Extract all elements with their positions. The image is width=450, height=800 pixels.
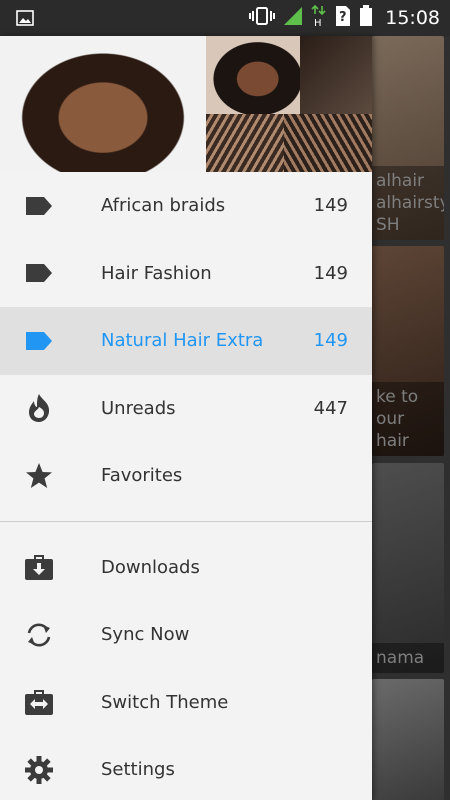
menu-item-label: Unreads [101, 397, 176, 419]
feed-card[interactable]: ke to our hair [372, 246, 444, 456]
menu-item-label: African braids [101, 195, 226, 217]
navigation-drawer: African braids 149 Hair Fashion 149 Natu… [0, 36, 372, 800]
menu-item-sync-now[interactable]: Sync Now [0, 601, 372, 669]
signal-icon [283, 6, 303, 30]
menu-item-settings[interactable]: Settings [0, 736, 372, 800]
feed-card[interactable] [372, 679, 444, 800]
menu-item-favorites[interactable]: Favorites [0, 442, 372, 510]
vibrate-icon [249, 6, 276, 30]
label-icon [24, 258, 54, 288]
header-photo-3 [300, 36, 372, 114]
status-bar: H ? 15:08 [0, 0, 450, 36]
sync-icon [24, 620, 54, 650]
image-icon [16, 10, 34, 30]
menu-item-label: Switch Theme [101, 691, 229, 713]
menu-item-downloads[interactable]: Downloads [0, 534, 372, 602]
gear-icon [24, 755, 54, 785]
menu-item-label: Sync Now [101, 624, 190, 646]
drawer-header-image [0, 36, 372, 172]
background-feed: alhair alhairsty SH ke to our hair nama [370, 36, 450, 800]
header-photo-5 [284, 114, 372, 172]
menu-item-count: 149 [313, 195, 348, 217]
menu-item-african-braids[interactable]: African braids 149 [0, 172, 372, 240]
menu-item-label: Downloads [101, 556, 200, 578]
menu-item-label: Settings [101, 759, 175, 781]
menu-item-label: Favorites [101, 465, 183, 487]
menu-divider [0, 520, 372, 522]
label-icon [24, 191, 54, 221]
feed-card-caption: nama [372, 643, 444, 673]
menu-item-unreads[interactable]: Unreads 447 [0, 375, 372, 443]
menu-item-label: Natural Hair Extra [101, 330, 264, 352]
svg-text:H: H [314, 18, 322, 28]
menu-item-count: 447 [313, 397, 348, 419]
feed-card-caption: alhair alhairsty SH [372, 166, 444, 240]
label-icon [24, 326, 54, 356]
feed-card[interactable]: alhair alhairsty SH [372, 36, 444, 240]
header-photo-2 [206, 36, 300, 114]
flame-icon [24, 393, 54, 423]
status-time: 15:08 [385, 7, 440, 29]
menu-item-label: Hair Fashion [101, 262, 212, 284]
menu-item-switch-theme[interactable]: Switch Theme [0, 669, 372, 737]
svg-text:?: ? [339, 10, 347, 25]
header-photo-4 [206, 114, 284, 172]
menu-item-count: 149 [313, 330, 348, 352]
battery-icon [359, 5, 373, 31]
feed-card-caption: ke to our hair [372, 382, 444, 456]
menu-item-hair-fashion[interactable]: Hair Fashion 149 [0, 240, 372, 308]
switch-theme-icon [24, 687, 54, 717]
data-h-icon: H [311, 4, 327, 32]
download-box-icon [24, 552, 54, 582]
star-icon [24, 461, 54, 491]
header-photo-main [0, 36, 206, 172]
menu-item-count: 149 [313, 262, 348, 284]
feed-card[interactable]: nama [372, 463, 444, 673]
sim-unknown-icon: ? [335, 5, 351, 31]
menu-item-natural-hair-extra[interactable]: Natural Hair Extra 149 [0, 307, 372, 375]
